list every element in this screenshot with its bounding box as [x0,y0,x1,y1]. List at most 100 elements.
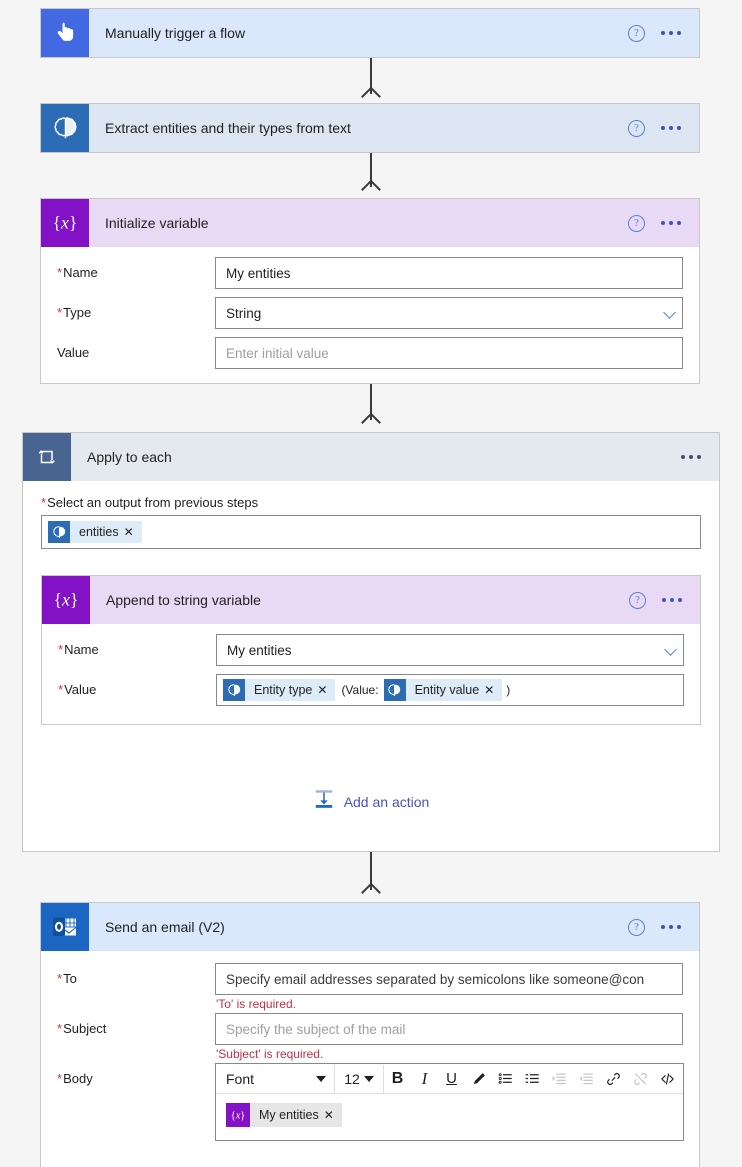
remove-link-button[interactable] [627,1065,654,1093]
field-wrapper: Specify email addresses separated by sem… [215,963,683,1011]
token-label: Entity value [414,683,480,697]
help-icon[interactable]: ? [629,591,646,609]
text-color-button[interactable] [465,1065,492,1093]
outlook-icon [41,903,89,951]
remove-token-icon[interactable]: ✕ [484,683,502,697]
italic-button[interactable]: I [411,1065,438,1093]
required-marker: * [58,682,64,697]
field-label: *Value [58,682,97,697]
variable-braces-icon: {x} [42,576,90,624]
loop-output-input[interactable]: entities ✕ [41,515,701,549]
more-options-icon[interactable] [681,449,701,465]
append-variable-name-select[interactable]: My entities [216,634,684,666]
append-value-input[interactable]: Entity type ✕ (Value: Entity value ✕) [216,674,684,706]
card-header[interactable]: {x} Initialize variable ? [41,199,699,247]
token-entities[interactable]: entities ✕ [48,521,142,543]
field-wrapper: My entities [216,634,684,666]
form-row-name: *Name My entities [57,257,683,289]
card-title: Extract entities and their types from te… [105,120,351,136]
rich-text-toolbar: Font 12 B I U [216,1064,683,1094]
step-card-append-to-string-variable[interactable]: {x} Append to string variable ? *Name My… [41,575,701,725]
step-card-extract-entities[interactable]: Extract entities and their types from te… [40,103,700,153]
card-title: Initialize variable [105,215,209,231]
insert-link-button[interactable] [600,1065,627,1093]
to-error-message: 'To' is required. [216,997,296,1011]
token-label: entities [79,525,119,539]
card-header[interactable]: Apply to each [23,433,719,481]
card-header-actions: ? [628,918,699,936]
help-icon[interactable]: ? [628,24,645,42]
field-wrapper: String [215,297,683,329]
svg-text:{x}: {x} [54,590,79,610]
more-options-icon[interactable] [661,25,681,41]
token-label: Entity type [254,683,313,697]
help-icon[interactable]: ? [628,918,645,936]
card-header-actions: ? [629,591,700,609]
ai-builder-brain-icon [383,679,406,701]
field-label: Value [57,345,90,360]
bold-button[interactable]: B [384,1065,411,1093]
token-entity-value[interactable]: Entity value ✕ [383,679,503,701]
field-wrapper: Enter initial value [215,337,683,369]
underline-button[interactable]: U [438,1065,465,1093]
card-header[interactable]: Send an email (V2) ? [41,903,699,951]
add-an-action-button[interactable]: Add an action [23,788,719,815]
more-options-icon[interactable] [661,919,681,935]
form-row-value: *Value Entity type ✕ (Value: Entity valu… [58,674,684,706]
value-suffix-text: ) [506,683,511,697]
hand-pointer-icon [41,9,89,57]
remove-token-icon[interactable]: ✕ [317,683,335,697]
card-title: Manually trigger a flow [105,25,246,41]
more-options-icon[interactable] [661,120,681,136]
field-wrapper: Entity type ✕ (Value: Entity value ✕) [216,674,684,706]
email-body-content[interactable]: {x} My entities ✕ [216,1094,683,1140]
step-card-send-an-email[interactable]: Send an email (V2) ? *To Specify email a… [40,902,700,1167]
required-marker: * [58,642,64,657]
numbered-list-button[interactable] [519,1065,546,1093]
required-marker: * [57,265,63,280]
card-header[interactable]: {x} Append to string variable ? [42,576,700,624]
add-action-icon [313,788,335,815]
email-to-input[interactable]: Specify email addresses separated by sem… [215,963,683,995]
ai-builder-brain-icon [48,521,70,543]
form-row-subject: *Subject Specify the subject of the mail… [57,1013,683,1061]
help-icon[interactable]: ? [628,214,645,232]
decrease-indent-button[interactable] [573,1065,600,1093]
value-prefix-text: (Value: [341,683,379,697]
card-header-actions: ? [628,24,699,42]
card-body: *Name My entities *Type String Value Ent… [41,247,699,393]
step-card-apply-to-each[interactable]: Apply to each *Select an output from pre… [22,432,720,852]
field-label: *Type [57,305,92,320]
variable-name-input[interactable]: My entities [215,257,683,289]
field-wrapper: Specify the subject of the mail 'Subject… [215,1013,683,1061]
token-entity-type[interactable]: Entity type ✕ [223,679,336,701]
variable-type-select[interactable]: String [215,297,683,329]
form-row-name: *Name My entities [58,634,684,666]
card-header[interactable]: Manually trigger a flow ? [41,9,699,57]
step-card-initialize-variable[interactable]: {x} Initialize variable ? *Name My entit… [40,198,700,384]
bulleted-list-button[interactable] [492,1065,519,1093]
field-label: *Name [58,642,99,657]
more-options-icon[interactable] [661,215,681,231]
connector-arrow [362,384,380,432]
connector-arrow [362,153,380,199]
remove-token-icon[interactable]: ✕ [324,1108,342,1122]
card-title: Send an email (V2) [105,919,225,935]
font-family-label: Font [226,1070,255,1087]
font-family-select[interactable]: Font [218,1065,334,1093]
flow-designer-canvas: Manually trigger a flow ? Extract entiti… [0,0,742,1167]
increase-indent-button[interactable] [546,1065,573,1093]
more-options-icon[interactable] [662,592,682,608]
help-icon[interactable]: ? [628,119,645,137]
vertical-scrollbar[interactable] [731,0,742,1167]
token-my-entities[interactable]: {x} My entities ✕ [226,1103,342,1127]
card-header[interactable]: Extract entities and their types from te… [41,104,699,152]
remove-token-icon[interactable]: ✕ [124,525,142,539]
step-card-manually-trigger-a-flow[interactable]: Manually trigger a flow ? [40,8,700,58]
code-view-button[interactable] [654,1065,681,1093]
font-size-select[interactable]: 12 [335,1065,383,1093]
variable-value-input[interactable]: Enter initial value [215,337,683,369]
email-subject-input[interactable]: Specify the subject of the mail [215,1013,683,1045]
required-marker: * [57,1021,63,1036]
email-body-rich-text-editor[interactable]: Font 12 B I U {x} My entities ✕ [215,1063,684,1141]
